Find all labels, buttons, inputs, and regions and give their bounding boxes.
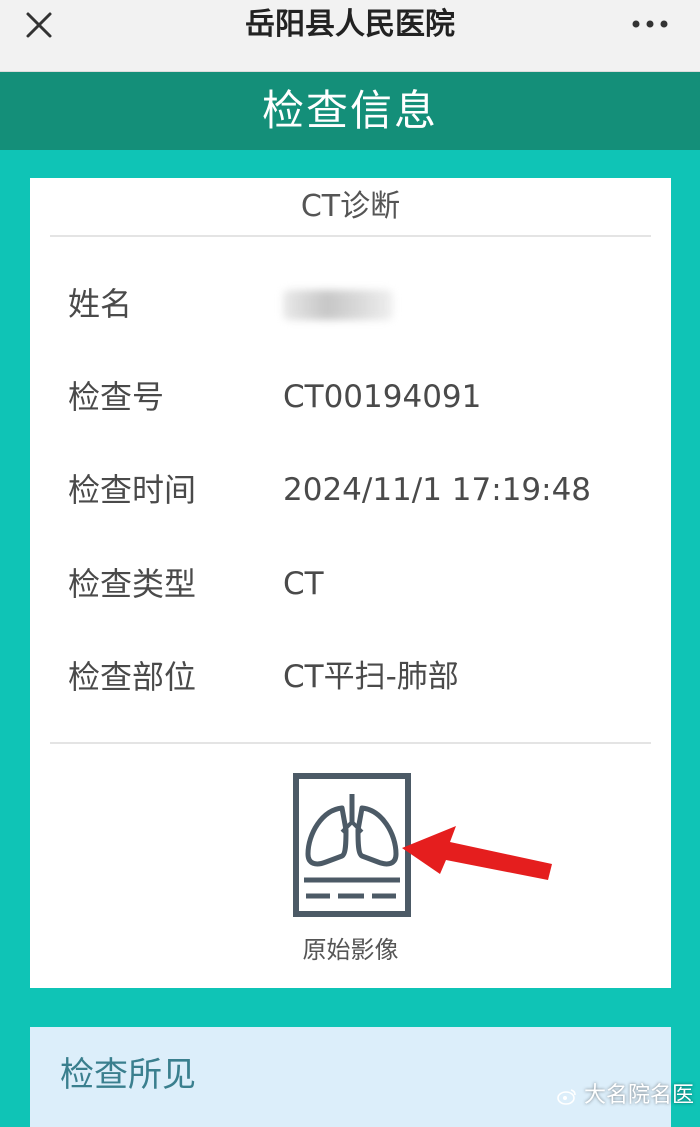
original-image-label: 原始影像 xyxy=(30,930,671,965)
more-button[interactable] xyxy=(630,14,670,34)
redacted-name xyxy=(283,290,393,320)
row-value: CT00194091 xyxy=(283,367,481,427)
row-label: 检查号 xyxy=(68,367,164,427)
weibo-logo-icon xyxy=(557,1087,577,1105)
watermark: 大名院名医 xyxy=(557,1077,694,1109)
divider xyxy=(50,235,651,237)
divider xyxy=(50,742,651,744)
info-row-name: 姓名 xyxy=(30,274,671,334)
page-header: 检查信息 xyxy=(0,72,700,150)
hospital-title: 岳阳县人民医院 xyxy=(0,0,700,50)
more-dots-icon xyxy=(630,14,670,34)
info-row-exam-type: 检查类型 CT xyxy=(30,554,671,614)
row-label: 检查部位 xyxy=(68,647,196,707)
top-bar: 岳阳县人民医院 xyxy=(0,0,700,72)
row-value: CT xyxy=(283,554,324,614)
section-title: 检查所见 xyxy=(60,1047,196,1096)
card-title: CT诊断 xyxy=(30,178,671,236)
lung-xray-icon xyxy=(292,772,412,922)
red-arrow-pointer xyxy=(400,818,560,888)
row-value: CT平扫-肺部 xyxy=(283,647,459,707)
exam-info-card: CT诊断 姓名 检查号 CT00194091 检查时间 2024/11/1 17… xyxy=(30,178,671,988)
info-row-exam-site: 检查部位 CT平扫-肺部 xyxy=(30,647,671,707)
info-row-exam-number: 检查号 CT00194091 xyxy=(30,367,671,427)
page-title: 检查信息 xyxy=(262,86,438,135)
row-label: 检查类型 xyxy=(68,554,196,614)
watermark-text: 大名院名医 xyxy=(584,1083,694,1108)
row-label: 检查时间 xyxy=(68,460,196,520)
row-label: 姓名 xyxy=(68,274,132,334)
original-image-button[interactable] xyxy=(292,772,412,922)
row-value: 2024/11/1 17:19:48 xyxy=(283,460,591,520)
info-row-exam-time: 检查时间 2024/11/1 17:19:48 xyxy=(30,460,671,520)
